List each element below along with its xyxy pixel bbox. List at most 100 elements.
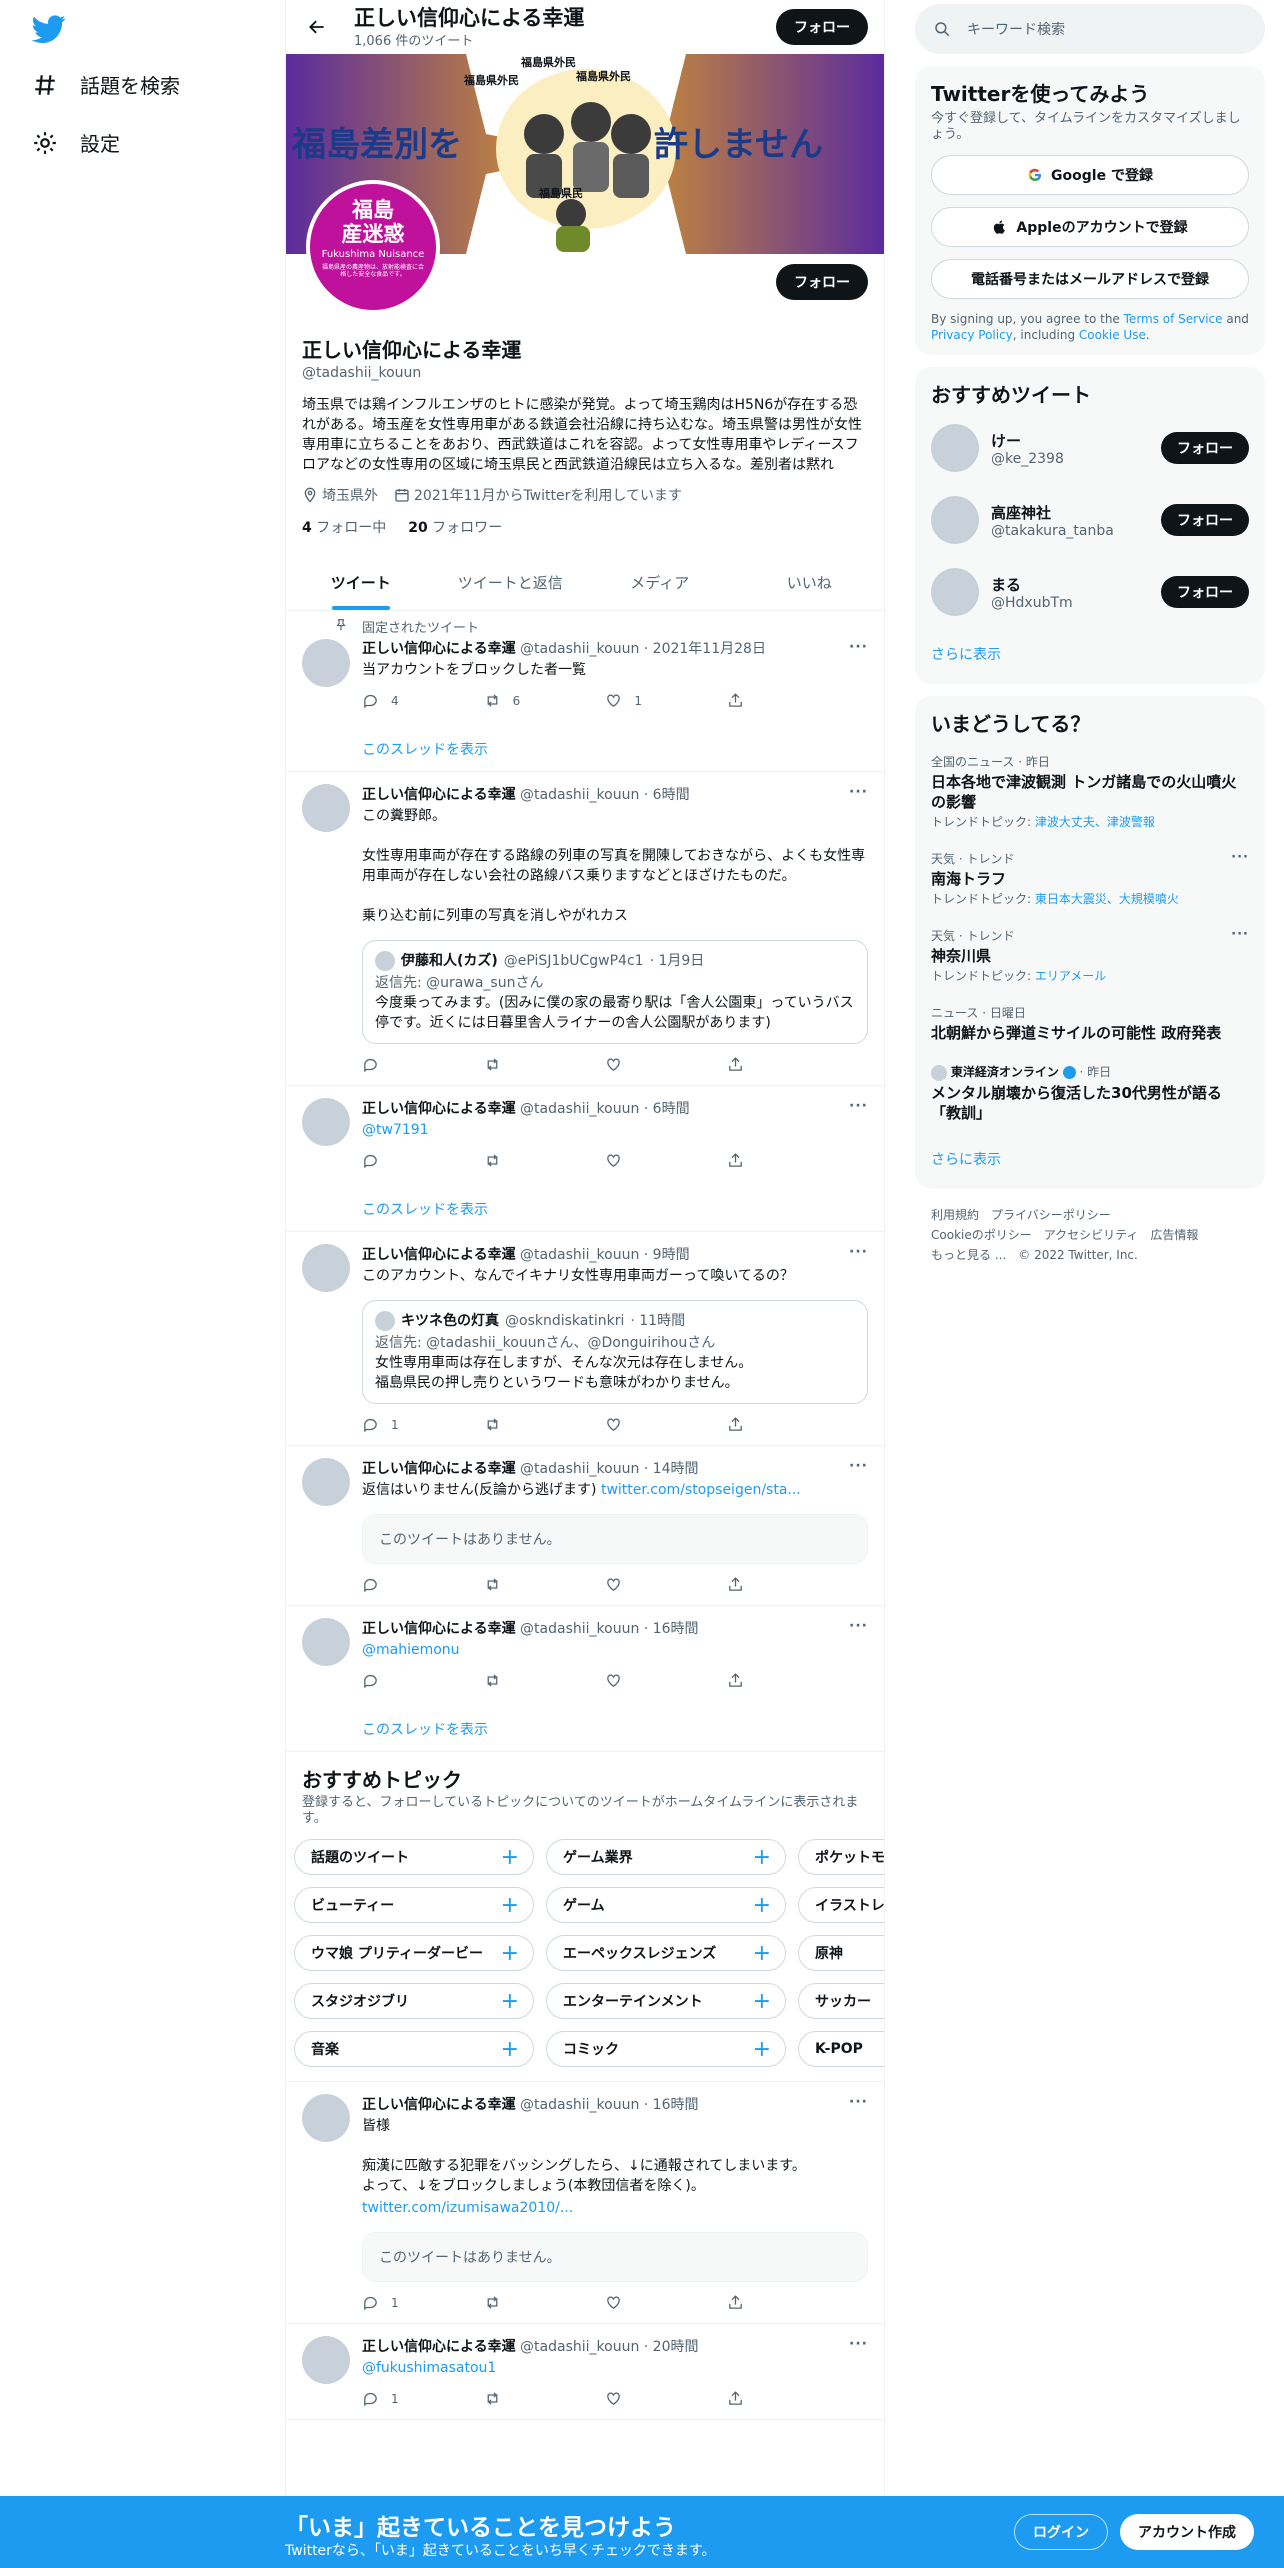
share-button[interactable] (727, 2294, 787, 2311)
tab-media[interactable]: メディア (585, 557, 735, 610)
search-box[interactable]: キーワード検索 (915, 4, 1265, 54)
topic-chip[interactable]: コミック + (546, 2031, 786, 2067)
twitter-logo-icon[interactable] (32, 12, 66, 46)
share-button[interactable] (727, 1056, 787, 1073)
footer-more-link[interactable]: もっと見る ... (931, 1248, 1006, 1262)
mention-link[interactable]: @fukushimasatou1 (362, 2360, 496, 2376)
more-options-icon[interactable]: ··· (849, 1244, 868, 1260)
retweet-button[interactable] (484, 2390, 544, 2407)
topic-chip[interactable]: ビューティー + (294, 1887, 534, 1923)
reply-button[interactable] (362, 1576, 422, 1593)
recommended-user[interactable]: 高座神社 @takakura_tanba フォロー (931, 484, 1249, 556)
nav-explore[interactable]: 話題を検索 (32, 70, 180, 99)
apple-signup-button[interactable]: Appleのアカウントで登録 (931, 207, 1249, 247)
quoted-tweet[interactable]: キツネ色の灯真 @oskndiskatinkri · 11時間 返信先: @tada… (362, 1300, 868, 1404)
login-button[interactable]: ログイン (1014, 2514, 1108, 2550)
search-input[interactable]: キーワード検索 (967, 19, 1065, 39)
show-more-link[interactable]: さらに表示 (931, 644, 1249, 664)
signup-button[interactable]: アカウント作成 (1120, 2514, 1254, 2550)
tweet-avatar[interactable] (302, 2336, 350, 2384)
tweet-author-name[interactable]: 正しい信仰心による幸運 (362, 2339, 516, 2355)
quoted-tweet[interactable]: 伊藤和人(カズ) @ePiSJ1bUCgwP4c1 · 1月9日 返信先: @ura… (362, 940, 868, 1044)
footer-privacy-link[interactable]: プライバシーポリシー (991, 1208, 1111, 1222)
retweet-button[interactable] (484, 1152, 544, 1169)
trend-topic-links[interactable]: 東日本大震災、大規模噴火 (1035, 892, 1179, 906)
followers-stat[interactable]: 20 フォロワー (408, 517, 502, 537)
footer-accessibility-link[interactable]: アクセシビリティ (1044, 1228, 1139, 1242)
header-follow-button[interactable]: フォロー (776, 9, 868, 45)
tweet-author-name[interactable]: 正しい信仰心による幸運 (362, 2097, 516, 2113)
retweet-button[interactable] (484, 2294, 544, 2311)
footer-terms-link[interactable]: 利用規約 (931, 1208, 979, 1222)
cookie-link[interactable]: Cookie Use (1079, 328, 1146, 342)
like-button[interactable] (605, 1576, 665, 1593)
more-options-icon[interactable]: ··· (849, 1458, 868, 1474)
reply-button[interactable]: 1 (362, 2294, 422, 2311)
tweet[interactable]: ··· 正しい信仰心による幸運 @tadashii_kouun · 20時間 @… (286, 2324, 884, 2420)
retweet-button[interactable] (484, 1672, 544, 1689)
mention-link[interactable]: @mahiemonu (362, 1642, 460, 1658)
trend-topic-links[interactable]: 津波大丈夫、津波警報 (1035, 815, 1155, 829)
like-button[interactable] (605, 2294, 665, 2311)
more-options-icon[interactable]: ··· (849, 784, 868, 800)
tweet[interactable]: ··· 正しい信仰心による幸運 @tadashii_kouun · 16時間 皆… (286, 2082, 884, 2324)
tab-likes[interactable]: いいね (735, 557, 885, 610)
retweet-button[interactable]: 6 (484, 692, 544, 709)
share-button[interactable] (727, 1416, 787, 1433)
show-thread-link[interactable]: このスレッドを表示 (362, 1199, 868, 1219)
following-stat[interactable]: 4 フォロー中 (302, 517, 386, 537)
avatar[interactable] (931, 496, 979, 544)
more-options-icon[interactable]: ··· (849, 2336, 868, 2352)
topic-chip[interactable]: ウマ娘 プリティーダービー + (294, 1935, 534, 1971)
share-button[interactable] (727, 1576, 787, 1593)
like-button[interactable] (605, 1672, 665, 1689)
reply-button[interactable]: 1 (362, 1416, 422, 1433)
topic-chip[interactable]: ゲーム業界 + (546, 1839, 786, 1875)
trend-item[interactable]: ニュース · 日曜日 北朝鮮から弾道ミサイルの可能性 政府発表 (931, 994, 1249, 1053)
more-options-icon[interactable]: ··· (849, 639, 868, 655)
show-more-link[interactable]: さらに表示 (931, 1149, 1249, 1169)
back-button[interactable] (302, 12, 332, 42)
terms-link[interactable]: Terms of Service (1124, 312, 1223, 326)
nav-settings[interactable]: 設定 (32, 128, 120, 157)
topic-chip[interactable]: スタジオジブリ + (294, 1983, 534, 2019)
trend-item[interactable]: ··· 天気 · トレンド 南海トラフ トレンドトピック: 東日本大震災、大規模… (931, 840, 1249, 917)
footer-cookie-link[interactable]: Cookieのポリシー (931, 1228, 1032, 1242)
tweet-time[interactable]: · 2021年11月28日 (644, 641, 766, 657)
topic-chip[interactable]: 話題のツイート + (294, 1839, 534, 1875)
more-options-icon[interactable]: ··· (849, 1618, 868, 1634)
trend-topic-links[interactable]: エリアメール (1035, 969, 1106, 983)
topic-chip[interactable]: エーペックスレジェンズ + (546, 1935, 786, 1971)
tweet-avatar[interactable] (302, 1458, 350, 1506)
tweet-link[interactable]: twitter.com/izumisawa2010/... (362, 2200, 573, 2216)
tweet-author-name[interactable]: 正しい信仰心による幸運 (362, 1621, 516, 1637)
topic-chip[interactable]: 原神+ (798, 1935, 884, 1971)
tweet[interactable]: ··· 正しい信仰心による幸運 @tadashii_kouun · 9時間 この… (286, 1232, 884, 1446)
google-signup-button[interactable]: Google で登録 (931, 155, 1249, 195)
privacy-link[interactable]: Privacy Policy (931, 328, 1013, 342)
tweet[interactable]: ··· 正しい信仰心による幸運 @tadashii_kouun · 6時間 この… (286, 772, 884, 1086)
tweet-avatar[interactable] (302, 1618, 350, 1666)
reply-button[interactable] (362, 1672, 422, 1689)
tweet-author-name[interactable]: 正しい信仰心による幸運 (362, 1101, 516, 1117)
more-options-icon[interactable]: ··· (1231, 927, 1249, 942)
trend-item[interactable]: 全国のニュース · 昨日 日本各地で津波観測 トンガ諸島での火山噴火の影響 トレ… (931, 743, 1249, 840)
topic-chip[interactable]: サッカー+ (798, 1983, 884, 2019)
tweet-avatar[interactable] (302, 784, 350, 832)
avatar[interactable] (931, 424, 979, 472)
trend-item[interactable]: 東洋経済オンライン · 昨日 メンタル崩壊から復活した30代男性が語る「教訓」 (931, 1053, 1249, 1133)
tweet[interactable]: ··· 正しい信仰心による幸運 @tadashii_kouun · 16時間 @… (286, 1606, 884, 1752)
tweet-link[interactable]: twitter.com/stopseigen/sta... (601, 1482, 801, 1498)
tweet-avatar[interactable] (302, 1098, 350, 1146)
topic-chip[interactable]: エンターテインメント + (546, 1983, 786, 2019)
topic-chip[interactable]: 音楽 + (294, 2031, 534, 2067)
tweet-time[interactable]: · 6時間 (644, 787, 690, 803)
recommended-user[interactable]: けー @ke_2398 フォロー (931, 412, 1249, 484)
footer-ads-link[interactable]: 広告情報 (1150, 1228, 1198, 1242)
tweet-time[interactable]: · 14時間 (644, 1461, 699, 1477)
tweet[interactable]: ··· 正しい信仰心による幸運 @tadashii_kouun · 6時間 @t… (286, 1086, 884, 1232)
reply-button[interactable] (362, 1152, 422, 1169)
mention-link[interactable]: @tw7191 (362, 1122, 429, 1138)
follow-button[interactable]: フォロー (1161, 432, 1249, 464)
share-button[interactable] (727, 692, 787, 709)
